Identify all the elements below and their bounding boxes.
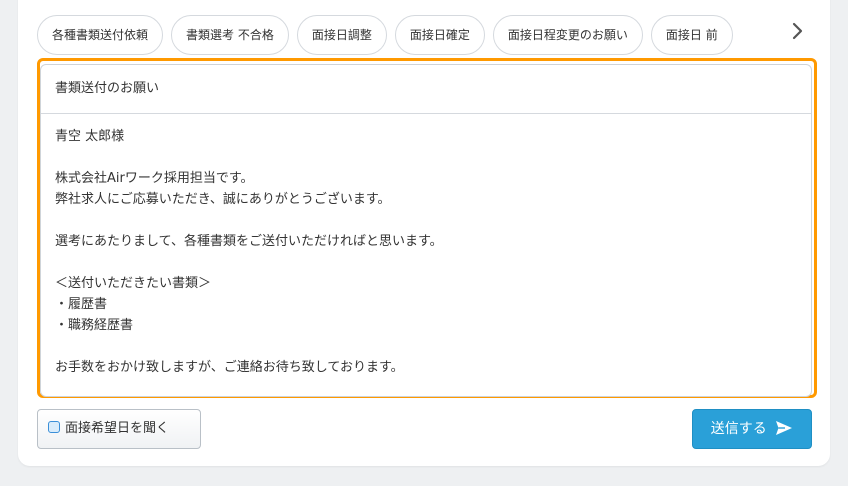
template-chip[interactable]: 各種書類送付依頼 bbox=[37, 15, 164, 55]
body-docs-heading: ＜送付いただきたい書類＞ bbox=[55, 276, 212, 291]
message-body-textarea[interactable]: 青空 太郎様 株式会社Airワーク採用担当です。 弊社求人にご応募いただき、誠に… bbox=[41, 114, 811, 378]
calendar-icon bbox=[48, 421, 60, 433]
chevron-right-icon[interactable] bbox=[790, 22, 806, 46]
ask-interview-date-label: 面接希望日を聞く bbox=[65, 421, 170, 436]
body-request: 選考にあたりまして、各種書類をご送付いただければと思います。 bbox=[55, 234, 443, 249]
send-label: 送信する bbox=[710, 421, 767, 437]
body-greeting: 青空 太郎様 bbox=[55, 129, 125, 144]
body-intro-line: 弊社求人にご応募いただき、誠にありがとうございます。 bbox=[55, 192, 391, 207]
send-button[interactable]: 送信する bbox=[692, 409, 812, 449]
paper-plane-icon bbox=[775, 413, 793, 451]
template-chip[interactable]: 書類選考 不合格 bbox=[171, 15, 289, 55]
ask-interview-date-button[interactable]: 面接希望日を聞く bbox=[37, 409, 201, 449]
body-closing: お手数をおかけ致しますが、ご連絡お待ち致しております。 bbox=[55, 360, 404, 375]
template-chip[interactable]: 面接日確定 bbox=[394, 15, 485, 55]
message-editor: 書類送付のお願い 青空 太郎様 株式会社Airワーク採用担当です。 弊社求人にご… bbox=[40, 64, 812, 397]
body-intro-line: 株式会社Airワーク採用担当です。 bbox=[55, 171, 254, 186]
template-chip[interactable]: 面接日程変更のお願い bbox=[492, 15, 643, 55]
body-doc-item: ・職務経歴書 bbox=[55, 318, 134, 333]
template-chip[interactable]: 面接日 前 bbox=[650, 15, 733, 55]
template-chip-row: 各種書類送付依頼 書類選考 不合格 面接日調整 面接日確定 面接日程変更のお願い 面接日 … bbox=[37, 15, 789, 55]
template-chip[interactable]: 面接日調整 bbox=[296, 15, 387, 55]
body-doc-item: ・履歴書 bbox=[55, 297, 108, 312]
subject-input[interactable]: 書類送付のお願い bbox=[41, 65, 811, 114]
